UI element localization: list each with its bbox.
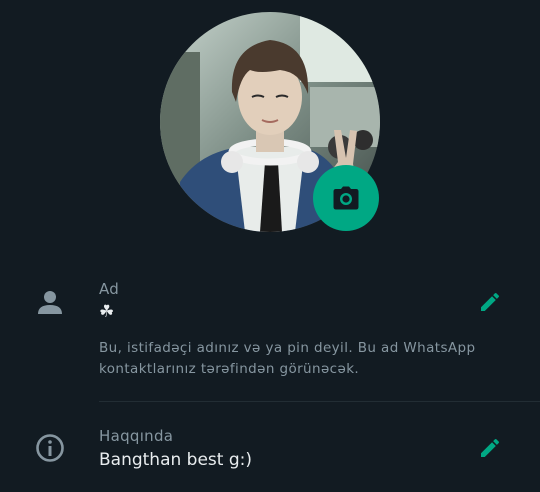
pencil-icon <box>481 438 500 457</box>
name-label: Ad <box>99 280 120 298</box>
edit-about-button[interactable] <box>476 434 504 462</box>
change-photo-button[interactable] <box>313 165 379 231</box>
name-hint: Bu, istifadəçi adınız və ya pin deyil. B… <box>99 340 476 377</box>
profile-photo-container <box>160 12 380 232</box>
about-value: Bangthan best g:) <box>99 450 253 470</box>
about-label: Haqqında <box>99 427 174 445</box>
name-value: ☘︎ <box>99 302 115 322</box>
camera-icon <box>333 186 359 210</box>
info-icon <box>34 432 66 464</box>
person-icon <box>34 287 66 319</box>
section-divider <box>99 401 540 402</box>
pencil-icon <box>481 292 500 311</box>
edit-name-button[interactable] <box>476 288 504 316</box>
